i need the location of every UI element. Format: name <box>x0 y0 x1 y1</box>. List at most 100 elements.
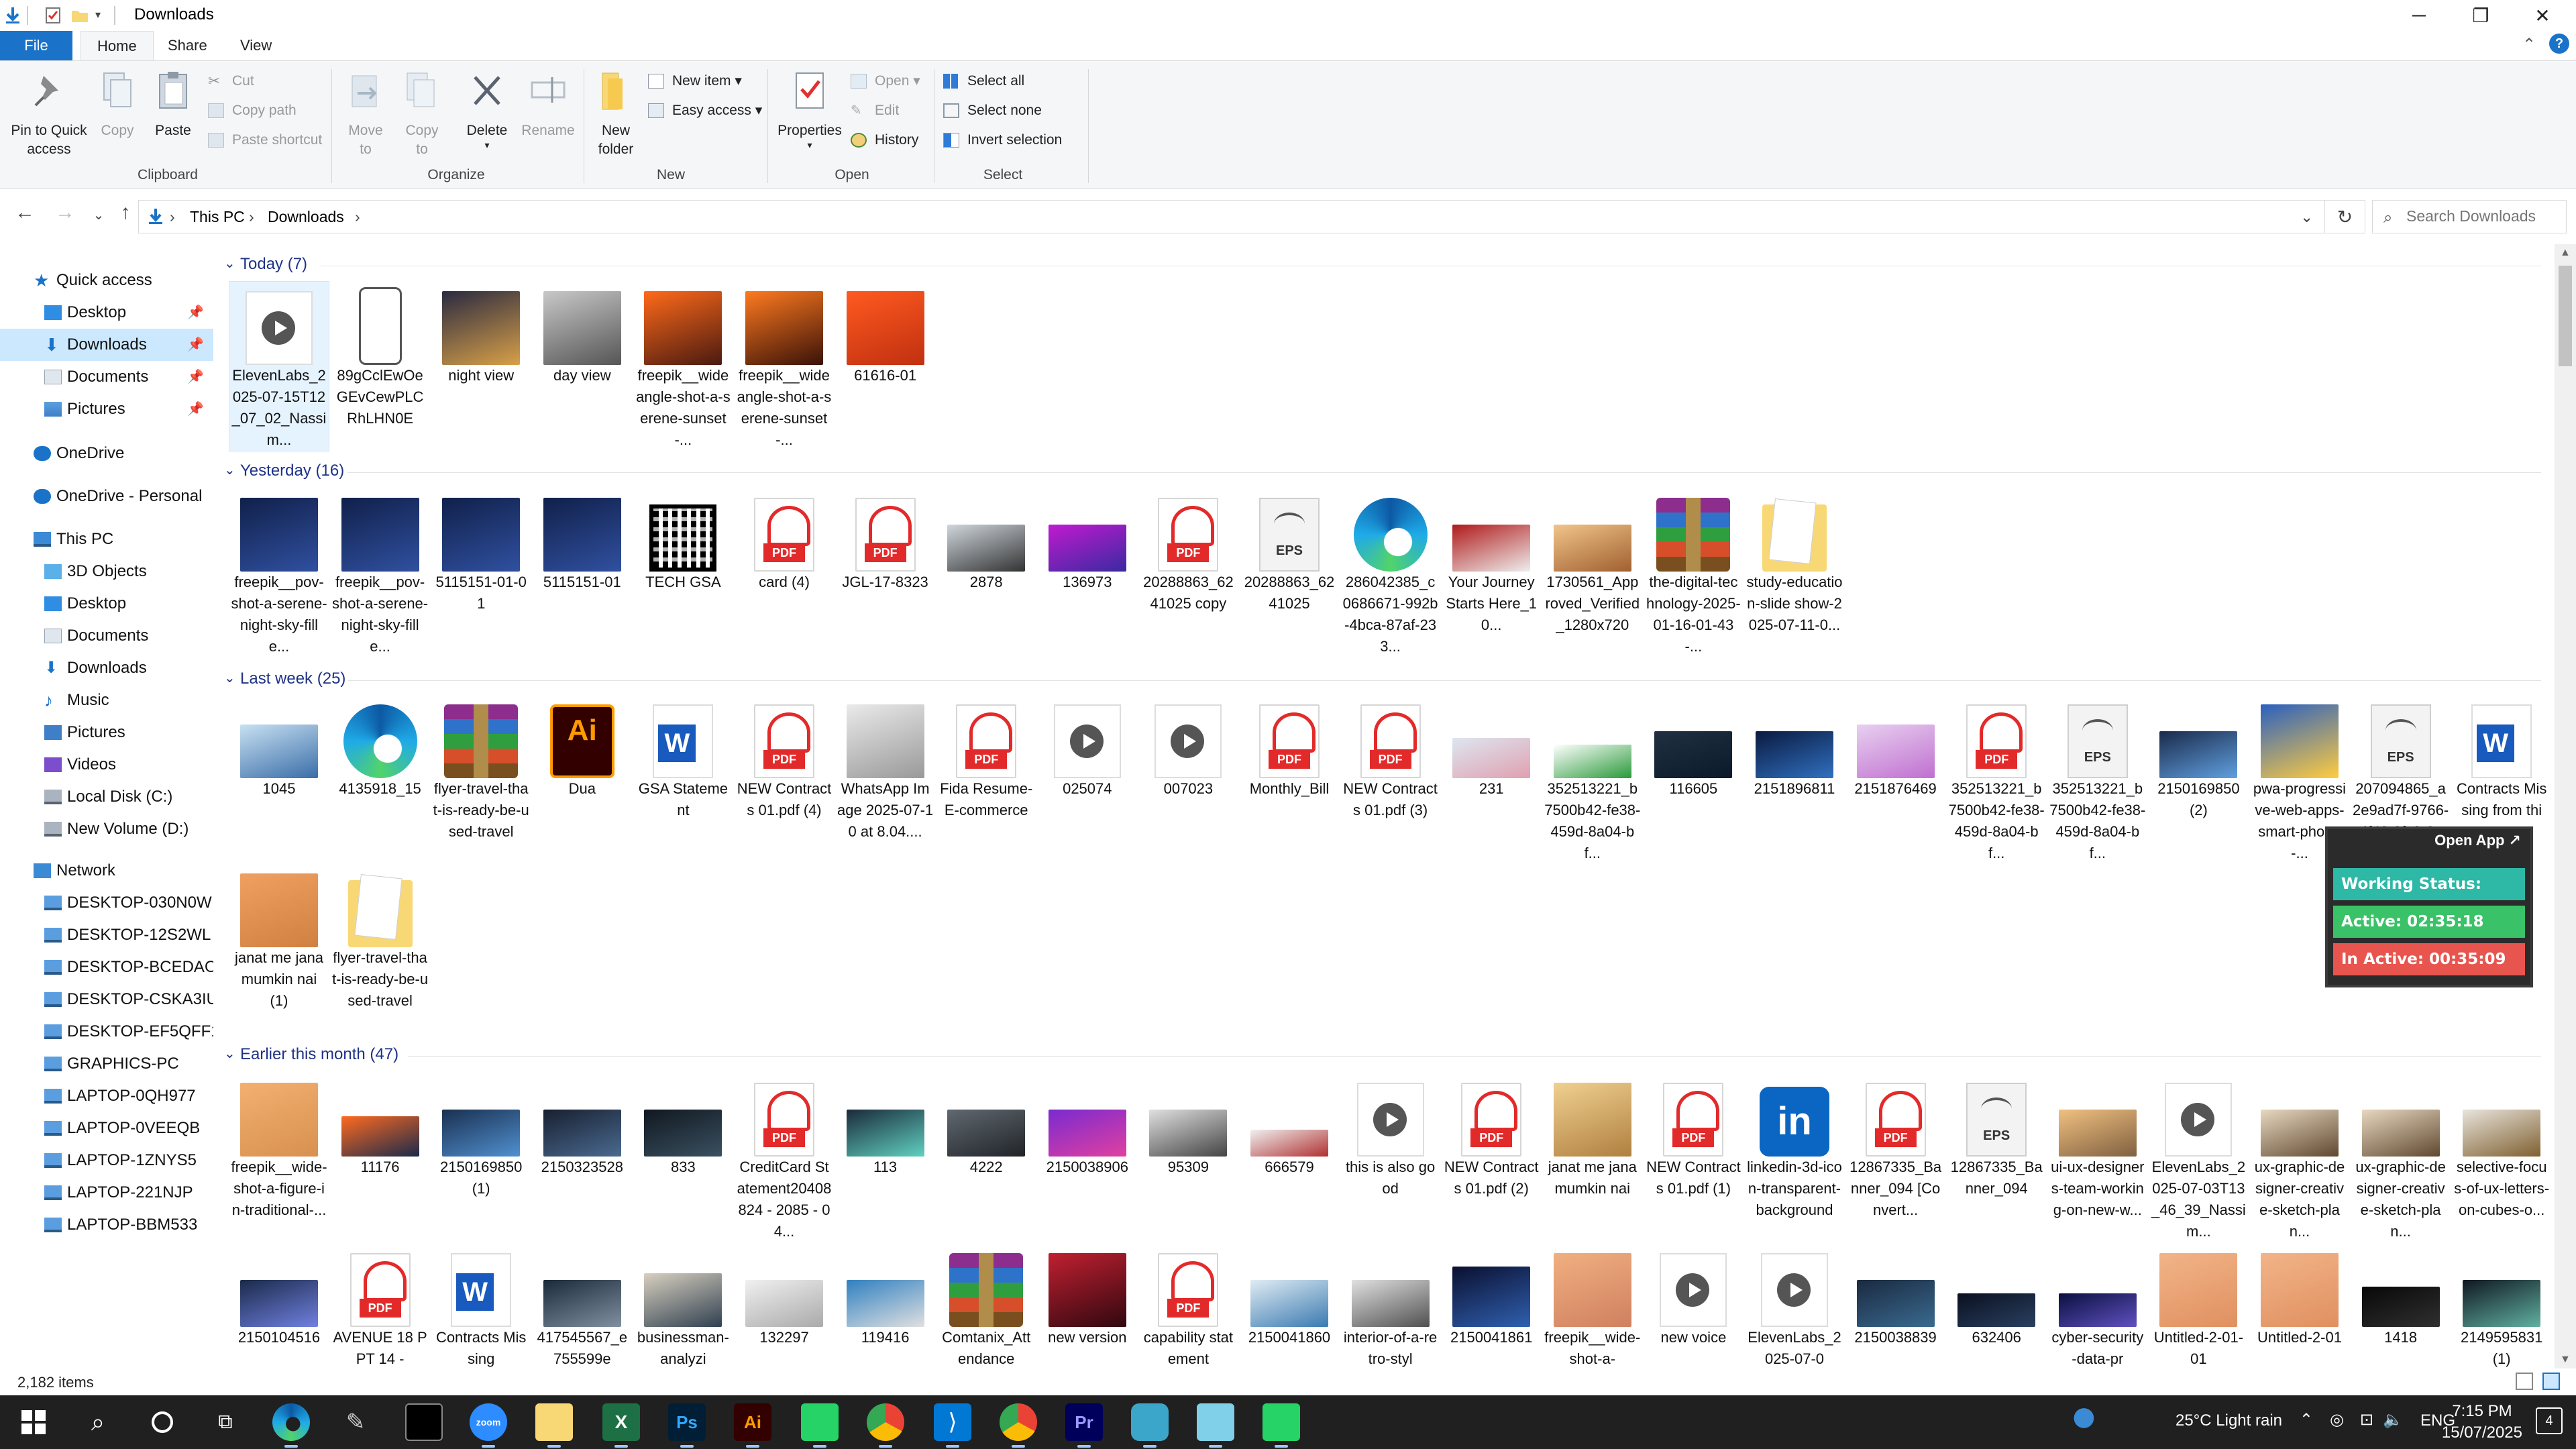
file-item[interactable]: 2151896811 <box>1745 695 1844 800</box>
file-item[interactable]: Contracts Missing from this... <box>2452 695 2551 843</box>
show-hidden-icons-chevron[interactable]: ⌃ <box>2300 1410 2313 1430</box>
file-item[interactable]: 007023 <box>1138 695 1238 800</box>
file-item[interactable]: 4135918_15 <box>331 695 430 800</box>
file-item[interactable]: 61616-01 <box>836 282 935 386</box>
file-item[interactable]: ux-graphic-designer-creative-sketch-plan… <box>2250 1073 2349 1242</box>
premiere-icon[interactable]: Pr <box>1065 1403 1103 1448</box>
cut-button[interactable]: ✂ Cut <box>208 69 254 93</box>
weather-text[interactable]: 25°C Light rain <box>2176 1411 2282 1430</box>
nav-this-pc[interactable]: This PC <box>0 523 213 555</box>
nav-network-computer[interactable]: LAPTOP-BBM533 <box>0 1209 213 1241</box>
meet-now-icon[interactable]: ◎ <box>2330 1410 2344 1430</box>
scroll-up-icon[interactable]: ▲ <box>2560 247 2571 259</box>
file-item[interactable]: 2150169850 (1) <box>431 1073 531 1199</box>
nav-pc-item[interactable]: ⬇ Downloads <box>0 652 213 684</box>
file-item[interactable]: 352513221_b7500b42-fe38-459d-8a04-bf... <box>1543 695 1642 864</box>
photoshop-icon[interactable]: Ps <box>668 1403 706 1448</box>
file-item[interactable]: AVENUE 18 PPT 14 - <box>331 1244 430 1368</box>
address-history-chevron-icon[interactable]: ⌄ <box>2300 208 2313 226</box>
file-item[interactable]: freepik__pov-shot-a-serene-night-sky-fil… <box>229 488 329 657</box>
pin-to-quick-access-button[interactable]: Pin to Quick access <box>5 69 93 159</box>
nav-pc-item[interactable]: 3D Objects <box>0 555 213 588</box>
select-all-button[interactable]: Select all <box>943 69 1024 93</box>
nav-network-computer[interactable]: LAPTOP-0VEEQB <box>0 1112 213 1144</box>
task-view-icon[interactable]: ⧉ <box>207 1403 244 1441</box>
file-item[interactable]: 12867335_Banner_094 <box>1947 1073 2046 1199</box>
group-header[interactable]: ⌄ Earlier this month (47) <box>220 1042 2541 1069</box>
nav-network-computer[interactable]: DESKTOP-CSKA3IU <box>0 983 213 1016</box>
back-arrow-icon[interactable]: ← <box>8 201 42 224</box>
file-explorer-icon[interactable] <box>535 1403 573 1448</box>
start-windows-icon[interactable] <box>15 1403 52 1441</box>
file-item[interactable]: 1730561_Approved_Verified_1280x720 <box>1543 488 1642 636</box>
nav-pc-item[interactable]: ♪ Music <box>0 684 213 716</box>
nav-pc-item[interactable]: Documents <box>0 620 213 652</box>
delete-button[interactable]: Delete ▾ <box>460 69 514 150</box>
file-item[interactable]: 89gCclEwOeGEvCewPLCRhLHN0E <box>331 282 430 429</box>
file-item[interactable]: capability statement <box>1138 1244 1238 1368</box>
file-item[interactable]: night view <box>431 282 531 386</box>
group-header[interactable]: ⌄ Last week (25) <box>220 667 2541 694</box>
file-item[interactable]: 833 <box>633 1073 733 1178</box>
file-item[interactable]: Monthly_Bill <box>1240 695 1339 800</box>
file-item[interactable]: 1418 <box>2351 1244 2451 1348</box>
file-item[interactable]: 95309 <box>1138 1073 1238 1178</box>
copy-button[interactable]: Copy <box>94 69 141 140</box>
file-item[interactable]: 2150169850 (2) <box>2149 695 2248 821</box>
file-item[interactable]: this is also good <box>1341 1073 1440 1199</box>
cortana-circle-icon[interactable] <box>144 1403 181 1441</box>
up-arrow-icon[interactable]: ↑ <box>109 201 142 224</box>
select-none-button[interactable]: Select none <box>943 99 1042 123</box>
file-item[interactable]: flyer-travel-that-is-ready-be-used-trave… <box>431 695 531 843</box>
nav-network-computer[interactable]: LAPTOP-221NJP <box>0 1177 213 1209</box>
nav-network-computer[interactable]: DESKTOP-12S2WL <box>0 919 213 951</box>
restore-button[interactable]: ❐ <box>2447 0 2514 31</box>
file-item[interactable]: 2151876469 <box>1846 695 1945 800</box>
file-item[interactable]: CreditCard Statement20408824 - 2085 - 04… <box>735 1073 834 1242</box>
file-item[interactable]: new voice <box>1644 1244 1743 1348</box>
file-item[interactable]: 352513221_b7500b42-fe38-459d-8a04-bf... <box>2048 695 2147 864</box>
group-header[interactable]: ⌄ Yesterday (16) <box>220 459 2541 486</box>
tab-share[interactable]: Share <box>152 31 223 60</box>
nav-quick-access[interactable]: ★ Quick access <box>0 264 213 297</box>
history-button[interactable]: History <box>851 128 918 152</box>
file-item[interactable]: Untitled-2-01 <box>2250 1244 2349 1348</box>
file-item[interactable]: 2149595831 (1) <box>2452 1244 2551 1368</box>
tab-file[interactable]: File <box>0 31 72 60</box>
whatsapp-business-icon[interactable] <box>1263 1403 1300 1448</box>
nav-pc-item[interactable]: New Volume (D:) <box>0 813 213 845</box>
nav-onedrive[interactable]: OneDrive <box>0 437 213 470</box>
details-view-icon[interactable] <box>2516 1373 2533 1390</box>
tab-home[interactable]: Home <box>80 31 154 60</box>
zoom-app-icon[interactable]: zoom <box>470 1403 507 1448</box>
file-item[interactable]: 12867335_Banner_094 [Convert... <box>1846 1073 1945 1221</box>
file-item[interactable]: janat me jana mumkin nai (1) <box>229 864 329 1012</box>
nav-quick-desktop[interactable]: Desktop 📌 <box>0 297 213 329</box>
terminal-icon[interactable] <box>405 1403 443 1441</box>
file-item[interactable]: 20288863_6241025 <box>1240 488 1339 614</box>
file-item[interactable]: 2150104516 <box>229 1244 329 1348</box>
file-item[interactable]: 2150038839 <box>1846 1244 1945 1348</box>
breadcrumb-downloads[interactable]: Downloads <box>268 208 344 226</box>
file-item[interactable]: card (4) <box>735 488 834 593</box>
search-box[interactable]: ⌕ <box>2372 200 2567 233</box>
file-item[interactable]: 11176 <box>331 1073 430 1178</box>
nav-network-computer[interactable]: GRAPHICS-PC <box>0 1048 213 1080</box>
file-item[interactable]: 2150038906 <box>1038 1073 1137 1178</box>
nav-pc-item[interactable]: Desktop <box>0 588 213 620</box>
file-item[interactable]: 2878 <box>936 488 1036 593</box>
rename-button[interactable]: Rename <box>518 69 578 140</box>
app-diamond-icon[interactable] <box>1131 1403 1169 1448</box>
pin-icon[interactable]: 📌 <box>187 393 204 425</box>
file-item[interactable]: 20288863_6241025 copy <box>1138 488 1238 614</box>
file-item[interactable]: 4222 <box>936 1073 1036 1178</box>
chrome-profile-icon[interactable] <box>1000 1403 1037 1448</box>
file-item[interactable]: 2150041860 <box>1240 1244 1339 1348</box>
file-item[interactable]: freepik__wide-shot-a- <box>1543 1244 1642 1368</box>
edit-button[interactable]: ✎ Edit <box>851 99 899 123</box>
search-input[interactable] <box>2406 207 2561 225</box>
search-taskbar-icon[interactable]: ⌕ <box>79 1403 117 1441</box>
file-item[interactable]: 025074 <box>1038 695 1137 800</box>
file-item[interactable]: NEW Contracts 01.pdf (2) <box>1442 1073 1541 1199</box>
delete-dropdown-icon[interactable]: ▾ <box>460 140 514 150</box>
